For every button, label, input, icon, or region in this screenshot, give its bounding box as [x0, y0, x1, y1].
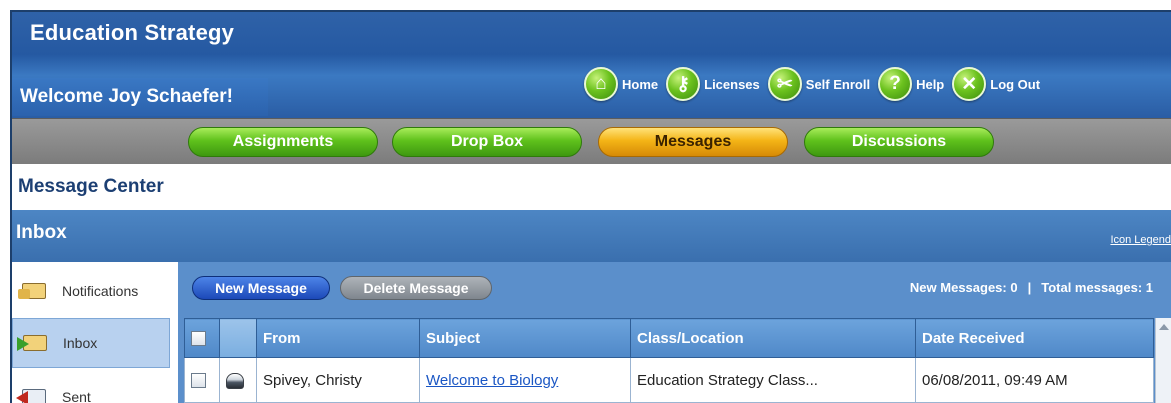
message-center-bar: Message Center	[12, 164, 1171, 210]
welcome-text: Welcome Joy Schaefer!	[20, 86, 233, 107]
row-select-cell	[184, 357, 220, 403]
notifications-icon	[16, 279, 48, 303]
row-from: Spivey, Christy	[256, 357, 420, 403]
icon-legend-link[interactable]: Icon Legend	[1110, 234, 1171, 246]
tab-assignments[interactable]: Assignments	[188, 127, 378, 157]
nav-licenses[interactable]: ⚷ Licenses	[666, 67, 760, 101]
sidebar-item-label: Inbox	[63, 335, 98, 351]
table-header-row: From Subject Class/Location Date Receive…	[184, 318, 1154, 358]
nav-self-enroll[interactable]: ✂ Self Enroll	[767, 67, 871, 101]
sidebar-item-inbox[interactable]: Inbox	[12, 318, 170, 368]
message-read-icon	[226, 372, 244, 389]
icon-column-header	[219, 318, 257, 358]
message-toolbar: New Message Delete Message New Messages:…	[178, 262, 1171, 316]
select-all-cell	[184, 318, 220, 358]
new-message-button[interactable]: New Message	[192, 276, 330, 300]
row-subject-cell: Welcome to Biology	[419, 357, 631, 403]
scroll-up-icon[interactable]	[1159, 324, 1169, 330]
tab-bar: Assignments Drop Box Messages Discussion…	[12, 118, 1171, 165]
inbox-title: Inbox	[16, 222, 67, 243]
welcome-banner: Welcome Joy Schaefer!	[12, 78, 268, 116]
message-table: From Subject Class/Location Date Receive…	[184, 318, 1154, 403]
row-class-location: Education Strategy Class...	[630, 357, 916, 403]
top-nav: ⌂ Home ⚷ Licenses ✂ Self Enroll ? Help ✕…	[584, 62, 1048, 106]
column-date-received[interactable]: Date Received	[915, 318, 1154, 358]
nav-licenses-label: Licenses	[704, 76, 760, 92]
column-class-location[interactable]: Class/Location	[630, 318, 916, 358]
row-icon-cell	[219, 357, 257, 403]
nav-logout-label: Log Out	[990, 76, 1041, 92]
delete-message-button[interactable]: Delete Message	[340, 276, 492, 300]
message-counts: New Messages: 0 | Total messages: 1	[910, 280, 1153, 295]
select-all-checkbox[interactable]	[191, 331, 206, 347]
inbox-bar: Inbox Icon Legend	[12, 210, 1171, 262]
row-subject-link[interactable]: Welcome to Biology	[426, 372, 558, 389]
table-scrollbar[interactable]	[1155, 318, 1171, 403]
new-messages-count: New Messages: 0	[909, 280, 1018, 295]
key-icon: ⚷	[666, 67, 701, 101]
nav-home[interactable]: ⌂ Home	[584, 67, 658, 101]
total-messages-count: Total messages: 1	[1041, 280, 1153, 295]
inbox-panel: New Message Delete Message New Messages:…	[178, 262, 1171, 403]
header: Education Strategy Welcome Joy Schaefer!…	[12, 12, 1171, 118]
column-subject[interactable]: Subject	[419, 318, 631, 358]
sidebar-item-label: Notifications	[62, 283, 139, 299]
inbox-icon	[17, 331, 49, 355]
help-icon: ?	[878, 67, 913, 101]
page-title: Message Center	[18, 176, 164, 197]
tab-discussions[interactable]: Discussions	[804, 127, 994, 157]
count-separator: |	[1027, 280, 1032, 295]
nav-help-label: Help	[916, 76, 945, 92]
sidebar-item-sent[interactable]: Sent	[12, 372, 170, 403]
column-from[interactable]: From	[256, 318, 420, 358]
nav-help[interactable]: ? Help	[878, 67, 944, 101]
row-date-received: 06/08/2011, 09:49 AM	[915, 357, 1154, 403]
app-frame: Education Strategy Welcome Joy Schaefer!…	[10, 10, 1171, 403]
sidebar-item-label: Sent	[62, 389, 91, 403]
sidebar: Notifications Inbox Sent	[12, 262, 172, 403]
home-icon: ⌂	[584, 67, 618, 101]
nav-logout[interactable]: ✕ Log Out	[952, 67, 1040, 101]
row-checkbox[interactable]	[191, 373, 206, 389]
sent-icon	[16, 385, 48, 403]
table-row[interactable]: Spivey, Christy Welcome to Biology Educa…	[184, 357, 1154, 403]
close-icon: ✕	[952, 67, 987, 101]
nav-home-label: Home	[622, 76, 659, 92]
tab-drop-box[interactable]: Drop Box	[392, 127, 582, 157]
nav-self-enroll-label: Self Enroll	[805, 76, 871, 92]
app-title: Education Strategy	[30, 20, 235, 45]
sidebar-item-notifications[interactable]: Notifications	[12, 266, 170, 316]
tab-messages[interactable]: Messages	[598, 127, 788, 157]
tools-icon: ✂	[767, 67, 802, 101]
